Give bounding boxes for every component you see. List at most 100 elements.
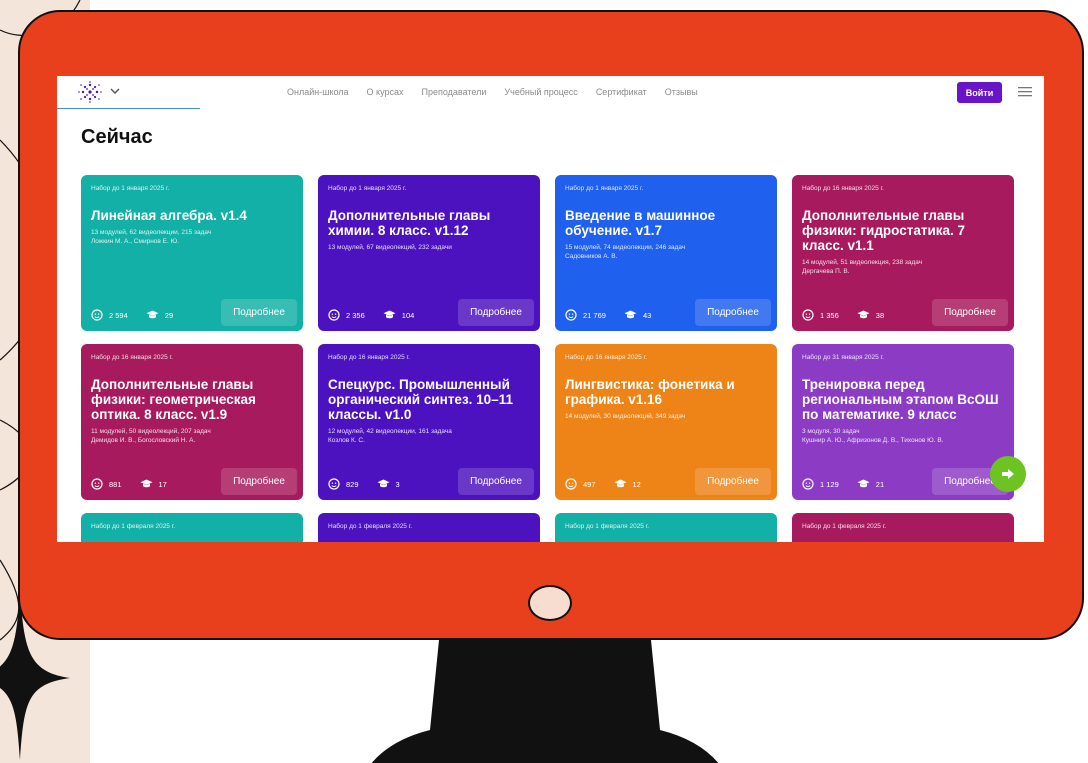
details-button[interactable]: Подробнее <box>695 468 771 495</box>
card-meta-authors: Садовников А. В. <box>565 253 618 260</box>
graduates-count: 17 <box>140 479 167 489</box>
card-meta-counts: 3 модуля, 30 задач <box>802 428 860 435</box>
students-count-value: 1 129 <box>820 479 839 489</box>
graduation-cap-icon <box>624 310 637 319</box>
nav-links: Онлайн-школа О курсах Преподаватели Учеб… <box>287 87 716 97</box>
card-meta-counts: 14 модулей, 30 видеолекций, 349 задач <box>565 413 686 420</box>
course-card[interactable]: Набор до 1 февраля 2025 г. <box>792 513 1014 542</box>
card-enroll-deadline: Набор до 1 февраля 2025 г. <box>91 523 176 530</box>
logo-icon[interactable] <box>77 81 103 103</box>
card-enroll-deadline: Набор до 16 января 2025 г. <box>328 354 410 361</box>
nav-link-study-process[interactable]: Учебный процесс <box>504 87 577 97</box>
course-card[interactable]: Набор до 16 января 2025 г. Дополнительные… <box>792 175 1014 331</box>
card-stats: 497 12 <box>565 478 659 490</box>
login-button[interactable]: Войти <box>957 82 1002 103</box>
card-stats: 1 129 21 <box>802 478 902 490</box>
graduates-count: 43 <box>624 310 651 320</box>
card-enroll-deadline: Набор до 1 января 2025 г. <box>328 185 407 192</box>
course-card[interactable]: Набор до 1 января 2025 г. Линейная алгебр… <box>81 175 303 331</box>
course-card[interactable]: Набор до 16 января 2025 г. Спецкурс. Пром… <box>318 344 540 500</box>
card-stats: 1 356 38 <box>802 309 902 321</box>
details-button[interactable]: Подробнее <box>932 299 1008 326</box>
students-count: 497 <box>565 478 596 490</box>
graduates-count: 12 <box>614 479 641 489</box>
nav-link-about-courses[interactable]: О курсах <box>367 87 404 97</box>
card-meta: 13 модулей, 62 видеолекции, 215 задач Лож… <box>91 228 301 246</box>
students-count-value: 497 <box>583 479 596 489</box>
students-icon <box>802 478 814 490</box>
course-card[interactable]: Набор до 16 января 2025 г. Дополнительные… <box>81 344 303 500</box>
graduates-count-value: 104 <box>401 310 415 320</box>
card-stats: 829 3 <box>328 478 418 490</box>
details-button[interactable]: Подробнее <box>458 299 534 326</box>
chevron-down-icon[interactable] <box>109 86 121 96</box>
card-meta: 3 модуля, 30 задач Кушнир А. Ю., Афризоно… <box>802 427 1012 445</box>
course-card[interactable]: Набор до 1 января 2025 г. Дополнительные … <box>318 175 540 331</box>
card-meta-counts: 12 модулей, 42 видеолекции, 161 задача <box>328 428 452 435</box>
nav-link-reviews[interactable]: Отзывы <box>665 87 698 97</box>
card-meta: 13 модулей, 67 видеолекций, 232 задачи <box>328 243 538 252</box>
card-meta-authors: Дергачева П. В. <box>802 268 850 275</box>
card-title[interactable]: Спецкурс. Промышленный органический синт… <box>328 377 536 422</box>
graduates-count-value: 29 <box>164 310 174 320</box>
graduation-cap-icon <box>857 479 870 488</box>
nav-link-certificate[interactable]: Сертификат <box>596 87 647 97</box>
card-meta: 15 модулей, 74 видеолекции, 246 задач Сад… <box>565 243 775 261</box>
students-count-value: 829 <box>346 479 359 489</box>
details-button[interactable]: Подробнее <box>221 468 297 495</box>
graduates-count: 104 <box>383 310 415 320</box>
students-icon <box>328 309 340 321</box>
monitor-stand <box>371 630 719 763</box>
details-button[interactable]: Подробнее <box>458 468 534 495</box>
students-count-value: 21 769 <box>583 310 606 320</box>
graduates-count-value: 12 <box>632 479 641 489</box>
card-title[interactable]: Лингвистика: фонетика и графика. v1.16 <box>565 377 773 407</box>
students-count-value: 2 594 <box>109 310 128 320</box>
card-title[interactable]: Введение в машинное обучение. v1.7 <box>565 208 773 238</box>
course-card[interactable]: Набор до 31 января 2025 г. Тренировка пер… <box>792 344 1014 500</box>
graduation-cap-icon <box>614 479 627 488</box>
card-meta-counts: 11 модулей, 50 видеолекций, 207 задач <box>91 428 211 435</box>
card-meta-authors: Ложкин М. А., Смирнов Е. Ю. <box>91 238 179 245</box>
course-card[interactable]: Набор до 1 февраля 2025 г. <box>81 513 303 542</box>
course-card[interactable]: Набор до 1 января 2025 г. Введение в маши… <box>555 175 777 331</box>
graduates-count-value: 3 <box>395 479 400 489</box>
card-title[interactable]: Линейная алгебра. v1.4 <box>91 208 299 223</box>
students-icon <box>802 309 814 321</box>
graduation-cap-icon <box>377 479 390 488</box>
card-enroll-deadline: Набор до 1 февраля 2025 г. <box>802 523 887 530</box>
card-enroll-deadline: Набор до 1 февраля 2025 г. <box>565 523 650 530</box>
card-enroll-deadline: Набор до 16 января 2025 г. <box>565 354 647 361</box>
card-meta: 11 модулей, 50 видеолекций, 207 задач Дем… <box>91 427 301 445</box>
students-icon <box>565 478 577 490</box>
floating-arrow-button[interactable] <box>990 456 1026 492</box>
nav-active-underline <box>57 108 200 109</box>
students-count-value: 2 356 <box>346 310 365 320</box>
course-card[interactable]: Набор до 16 января 2025 г. Лингвистика: ф… <box>555 344 777 500</box>
nav-link-online-school[interactable]: Онлайн-школа <box>287 87 349 97</box>
details-button[interactable]: Подробнее <box>695 299 771 326</box>
card-enroll-deadline: Набор до 31 января 2025 г. <box>802 354 884 361</box>
card-title[interactable]: Тренировка перед региональным этапом ВсО… <box>802 377 1010 422</box>
students-count: 881 <box>91 478 122 490</box>
card-enroll-deadline: Набор до 1 февраля 2025 г. <box>328 523 413 530</box>
course-card[interactable]: Набор до 1 февраля 2025 г. <box>318 513 540 542</box>
website-screen: Онлайн-школа О курсах Преподаватели Учеб… <box>57 76 1044 542</box>
hamburger-menu-icon[interactable] <box>1018 86 1032 97</box>
arrow-right-icon <box>1002 469 1014 479</box>
card-title[interactable]: Дополнительные главы физики: гидростатик… <box>802 208 1010 253</box>
course-card[interactable]: Набор до 1 февраля 2025 г. <box>555 513 777 542</box>
card-stats: 2 356 104 <box>328 309 432 321</box>
students-count: 1 129 <box>802 478 839 490</box>
nav-link-teachers[interactable]: Преподаватели <box>422 87 487 97</box>
details-button[interactable]: Подробнее <box>221 299 297 326</box>
graduates-count: 38 <box>857 310 884 320</box>
card-title[interactable]: Дополнительные главы химии. 8 класс. v1.… <box>328 208 536 238</box>
students-count: 21 769 <box>565 309 606 321</box>
graduates-count-value: 38 <box>875 310 885 320</box>
card-enroll-deadline: Набор до 16 января 2025 г. <box>91 354 173 361</box>
students-icon <box>91 309 103 321</box>
card-title[interactable]: Дополнительные главы физики: геометричес… <box>91 377 299 422</box>
graduates-count-value: 21 <box>875 479 885 489</box>
graduates-count: 21 <box>857 479 884 489</box>
